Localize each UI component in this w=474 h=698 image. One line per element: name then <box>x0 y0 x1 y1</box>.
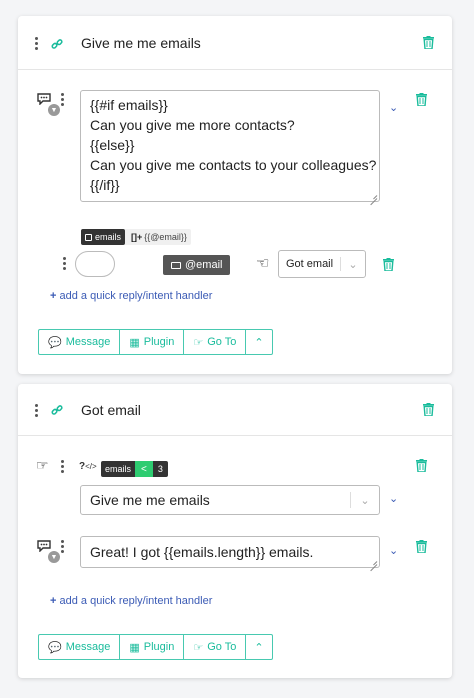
add-quick-reply-link[interactable]: + add a quick reply/intent handler <box>50 290 212 302</box>
plus-icon: + <box>50 290 57 302</box>
condition-variable: emails <box>101 461 136 477</box>
add-plugin-label: Plugin <box>143 641 175 653</box>
add-message-button[interactable]: 💬 Message <box>39 330 121 354</box>
add-quick-reply-link[interactable]: + add a quick reply/intent handler <box>50 595 212 607</box>
condition-value: 3 <box>152 461 168 477</box>
interaction-card-1: Give me me emails ▼ {{#if emails}} Can y… <box>18 16 452 374</box>
keyboard-icon <box>171 261 181 269</box>
chevron-down-icon[interactable]: ⌄ <box>389 492 398 505</box>
add-plugin-button[interactable]: ▦ Plugin <box>120 330 185 354</box>
delete-card-icon[interactable] <box>423 403 434 416</box>
entity-chip[interactable]: @email <box>163 255 231 275</box>
intent-select[interactable]: Got email ⌄ <box>278 250 366 278</box>
add-message-label: Message <box>65 641 111 653</box>
link-icon <box>51 405 63 415</box>
add-plugin-label: Plugin <box>143 336 175 348</box>
message-textarea[interactable]: Great! I got {{emails.length}} emails. <box>80 536 380 568</box>
card-title[interactable]: Got email <box>81 402 141 418</box>
entity-chip-label: @email <box>185 259 223 271</box>
add-message-button[interactable]: 💬 Message <box>39 635 121 659</box>
add-goto-label: Go To <box>207 336 237 348</box>
drag-handle-icon[interactable] <box>59 460 65 473</box>
message-bubble-icon <box>37 540 51 552</box>
chevron-down-icon[interactable]: ⌄ <box>351 494 379 507</box>
link-icon <box>51 39 63 49</box>
message-textarea[interactable]: {{#if emails}} Can you give me more cont… <box>80 90 380 202</box>
add-goto-button[interactable]: ☞ Go To <box>184 330 247 354</box>
add-goto-button[interactable]: ☞ Go To <box>184 635 247 659</box>
goto-select-value: Give me me emails <box>90 492 210 508</box>
card-header: Give me me emails <box>18 16 452 70</box>
chevron-down-icon[interactable]: ⌄ <box>341 258 365 271</box>
expand-button[interactable]: ⌃ <box>246 635 271 659</box>
expand-button[interactable]: ⌃ <box>246 330 271 354</box>
delete-quick-reply-icon[interactable] <box>383 258 394 271</box>
drag-handle-icon[interactable] <box>59 540 65 553</box>
variable-name: emails <box>95 232 122 242</box>
goto-interaction-select[interactable]: Give me me emails ⌄ <box>80 485 380 515</box>
intent-select-value: Got email <box>286 258 334 270</box>
add-quick-reply-label: add a quick reply/intent handler <box>59 595 213 607</box>
delete-message-icon[interactable] <box>416 540 427 553</box>
hand-point-right-icon: ☞ <box>193 336 204 349</box>
save-to-variable-badge[interactable]: emails []+ {{@email}} <box>81 229 191 245</box>
condition-badge[interactable]: emails < 3 <box>101 461 168 477</box>
message-icon: 💬 <box>48 336 62 349</box>
delete-goto-icon[interactable] <box>416 459 427 472</box>
add-message-label: Message <box>65 336 111 348</box>
chevron-down-icon[interactable]: ⌄ <box>389 101 398 114</box>
puzzle-icon: ▦ <box>129 336 140 349</box>
add-action-button-group: 💬 Message ▦ Plugin ☞ Go To ⌃ <box>38 329 273 355</box>
chevron-up-icon: ⌃ <box>254 336 264 349</box>
card-title[interactable]: Give me me emails <box>81 35 201 51</box>
condition-operator: < <box>135 461 153 477</box>
resize-handle-icon[interactable] <box>369 557 377 565</box>
plus-icon: + <box>50 595 57 607</box>
add-quick-reply-label: add a quick reply/intent handler <box>59 290 213 302</box>
add-action-button-group: 💬 Message ▦ Plugin ☞ Go To ⌃ <box>38 634 273 660</box>
array-push-label: []+ <box>131 232 143 242</box>
add-goto-label: Go To <box>207 641 237 653</box>
puzzle-icon: ▦ <box>129 641 140 654</box>
card-header: Got email <box>18 384 452 436</box>
message-bubble-icon <box>37 93 51 105</box>
drag-handle-icon[interactable] <box>33 404 39 417</box>
chevron-up-icon: ⌃ <box>254 641 264 654</box>
array-push-value: {{@email}} <box>144 232 187 242</box>
interaction-card-2: Got email ☞ ?</> emails < 3 Give me me e… <box>18 384 452 678</box>
resize-handle-icon[interactable] <box>369 191 377 199</box>
hand-point-right-icon: ☞ <box>193 641 204 654</box>
hand-point-right-icon: ☞ <box>36 457 49 473</box>
add-plugin-button[interactable]: ▦ Plugin <box>120 635 185 659</box>
drag-handle-icon[interactable] <box>61 257 67 270</box>
quick-reply-input[interactable] <box>75 251 115 277</box>
message-icon: 💬 <box>48 641 62 654</box>
delete-card-icon[interactable] <box>423 36 434 49</box>
delete-message-icon[interactable] <box>416 93 427 106</box>
condition-icon: ?</> <box>79 461 97 472</box>
drag-handle-icon[interactable] <box>59 93 65 106</box>
save-icon <box>85 233 92 241</box>
drag-handle-icon[interactable] <box>33 37 39 50</box>
hand-point-left-icon: ☜ <box>256 255 270 272</box>
chevron-down-icon[interactable]: ⌄ <box>389 544 398 557</box>
